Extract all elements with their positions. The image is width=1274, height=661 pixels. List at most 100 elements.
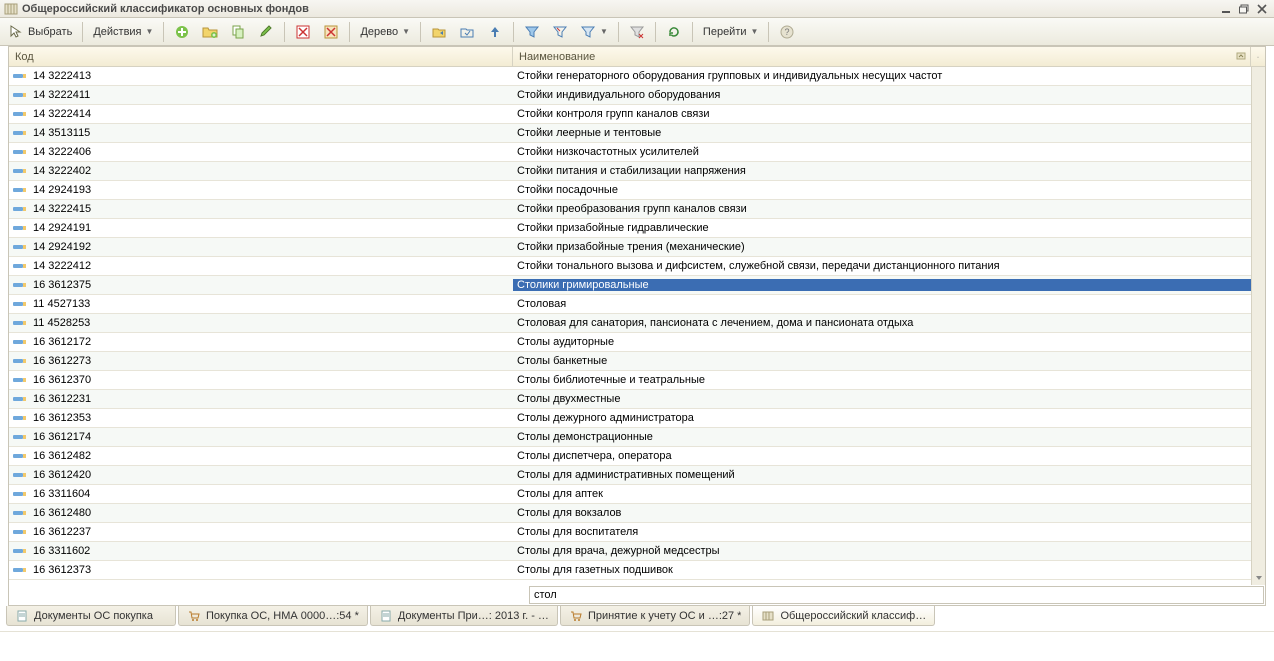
table-row[interactable]: 14 2924193Стойки посадочные <box>9 181 1265 200</box>
table-row[interactable]: 14 3222412Стойки тонального вызова и диф… <box>9 257 1265 276</box>
pencil-icon <box>258 24 274 40</box>
minimize-button[interactable] <box>1218 2 1234 16</box>
tab-label: Документы ОС покупка <box>34 610 153 622</box>
window-tab[interactable]: Общероссийский классиф… <box>752 606 935 626</box>
tab-label: Покупка ОС, НМА 0000…:54 * <box>206 610 359 622</box>
cell-name: Стойки индивидуального оборудования <box>513 89 1265 101</box>
chevron-down-icon: ▼ <box>146 27 154 36</box>
cell-code: 14 3222415 <box>9 203 513 215</box>
table-row[interactable]: 16 3612375Столики гримировальные <box>9 276 1265 295</box>
refresh-button[interactable] <box>661 21 687 43</box>
window-tab[interactable]: Документы ОС покупка <box>6 606 176 626</box>
column-code[interactable]: Код <box>9 47 513 66</box>
name-text: Стойки индивидуального оборудования <box>517 89 720 101</box>
table-row[interactable]: 14 2924191Стойки призабойные гидравличес… <box>9 219 1265 238</box>
scroll-up-icon[interactable] <box>1252 67 1266 81</box>
table-row[interactable]: 14 3222402Стойки питания и стабилизации … <box>9 162 1265 181</box>
name-text: Стойки генераторного оборудования группо… <box>517 70 942 82</box>
add-button[interactable] <box>169 21 195 43</box>
filter-by-value-button[interactable] <box>519 21 545 43</box>
table-row[interactable]: 16 3612373 Столы для газетных подшивок <box>9 561 1265 580</box>
copy-icon <box>230 24 246 40</box>
table-row[interactable]: 16 3612172Столы аудиторные <box>9 333 1265 352</box>
cell-name: Стойки преобразования групп каналов связ… <box>513 203 1265 215</box>
goto-button[interactable]: Перейти ▼ <box>698 21 764 43</box>
history-button[interactable] <box>547 21 573 43</box>
name-text: Столы для аптек <box>517 488 603 500</box>
top-level-button[interactable] <box>482 21 508 43</box>
toolbar-separator <box>513 22 514 42</box>
select-button[interactable]: Выбрать <box>4 21 77 43</box>
window-tab[interactable]: Покупка ОС, НМА 0000…:54 * <box>178 606 368 626</box>
table-row[interactable]: 16 3311602Столы для врача, дежурной медс… <box>9 542 1265 561</box>
actions-label: Действия <box>93 26 141 38</box>
quick-search-input[interactable] <box>534 589 1259 601</box>
move-button[interactable] <box>426 21 452 43</box>
column-name-label: Наименование <box>519 51 595 63</box>
cell-name: Стойки генераторного оборудования группо… <box>513 70 1265 82</box>
table-row[interactable]: 11 4528253Столовая для санатория, пансио… <box>9 314 1265 333</box>
row-item-icon <box>13 357 27 365</box>
cell-code: 16 3612373 <box>9 564 513 576</box>
up-level-icon <box>487 24 503 40</box>
table-row[interactable]: 14 3222411Стойки индивидуального оборудо… <box>9 86 1265 105</box>
table-row[interactable]: 16 3612353Столы дежурного администратора <box>9 409 1265 428</box>
table-row[interactable]: 14 3222414Стойки контроля групп каналов … <box>9 105 1265 124</box>
tree-button[interactable]: Дерево ▼ <box>355 21 415 43</box>
table-row[interactable]: 16 3612273Столы банкетные <box>9 352 1265 371</box>
table-row[interactable]: 16 3612420Столы для административных пом… <box>9 466 1265 485</box>
table-row[interactable]: 16 3612480Столы для вокзалов <box>9 504 1265 523</box>
table-row[interactable]: 16 3612237Столы для воспитателя <box>9 523 1265 542</box>
table-header: Код Наименование <box>9 47 1265 67</box>
scroll-down-icon[interactable] <box>1252 571 1266 585</box>
table-row[interactable]: 14 2924192Стойки призабойные трения (мех… <box>9 238 1265 257</box>
find-in-folder-button[interactable] <box>454 21 480 43</box>
quick-search-box[interactable] <box>529 586 1264 604</box>
cell-name: Столы библиотечные и театральные <box>513 374 1265 386</box>
add-group-button[interactable] <box>197 21 223 43</box>
copy-button[interactable] <box>225 21 251 43</box>
table-row[interactable]: 14 3222406Стойки низкочастотных усилител… <box>9 143 1265 162</box>
cell-name: Столы демонстрационные <box>513 431 1265 443</box>
toolbar-separator <box>655 22 656 42</box>
delete-button[interactable] <box>318 21 344 43</box>
clear-filter-button[interactable] <box>624 21 650 43</box>
cell-name: Столы для газетных подшивок <box>513 564 1265 576</box>
data-grid: Код Наименование 14 3222413Стойки генера… <box>8 46 1266 606</box>
table-row[interactable]: 14 3513115Стойки леерные и тентовые <box>9 124 1265 143</box>
edit-button[interactable] <box>253 21 279 43</box>
scroll-up-button[interactable] <box>1251 47 1265 66</box>
funnel-gear-icon <box>580 24 596 40</box>
cell-name: Стойки питания и стабилизации напряжения <box>513 165 1265 177</box>
name-text: Столы аудиторные <box>517 336 614 348</box>
toolbar-separator <box>163 22 164 42</box>
table-row[interactable]: 16 3612370 Столы библиотечные и театральн… <box>9 371 1265 390</box>
code-text: 14 3513115 <box>33 127 90 139</box>
cell-code: 16 3311602 <box>9 545 513 557</box>
column-name[interactable]: Наименование <box>513 47 1251 66</box>
table-row[interactable]: 16 3612482Столы диспетчера, оператора <box>9 447 1265 466</box>
toolbar-separator <box>420 22 421 42</box>
table-row[interactable]: 16 3612231Столы двухместные <box>9 390 1265 409</box>
table-row[interactable]: 16 3612174Столы демонстрационные <box>9 428 1265 447</box>
cell-name: Столы для врача, дежурной медсестры <box>513 545 1265 557</box>
code-text: 16 3612231 <box>33 393 91 405</box>
table-row[interactable]: 14 3222415Стойки преобразования групп ка… <box>9 200 1265 219</box>
restore-button[interactable] <box>1236 2 1252 16</box>
code-text: 16 3612370 <box>33 374 91 386</box>
window-tab[interactable]: Принятие к учету ОС и …:27 * <box>560 606 751 626</box>
table-row[interactable]: 14 3222413Стойки генераторного оборудова… <box>9 67 1265 86</box>
name-text: Столы для газетных подшивок <box>517 564 673 576</box>
table-row[interactable]: 11 4527133Столовая <box>9 295 1265 314</box>
table-body: 14 3222413Стойки генераторного оборудова… <box>9 67 1265 585</box>
actions-button[interactable]: Действия ▼ <box>88 21 158 43</box>
help-button[interactable]: ? <box>774 21 800 43</box>
close-button[interactable] <box>1254 2 1270 16</box>
vertical-scrollbar[interactable] <box>1251 67 1265 585</box>
name-text: Столы библиотечные и театральные <box>517 374 705 386</box>
table-row[interactable]: 16 3311604Столы для аптек <box>9 485 1265 504</box>
code-text: 14 3222414 <box>33 108 91 120</box>
delete-mark-button[interactable] <box>290 21 316 43</box>
filter-settings-button[interactable]: ▼ <box>575 21 613 43</box>
window-tab[interactable]: Документы При…: 2013 г. - … <box>370 606 558 626</box>
